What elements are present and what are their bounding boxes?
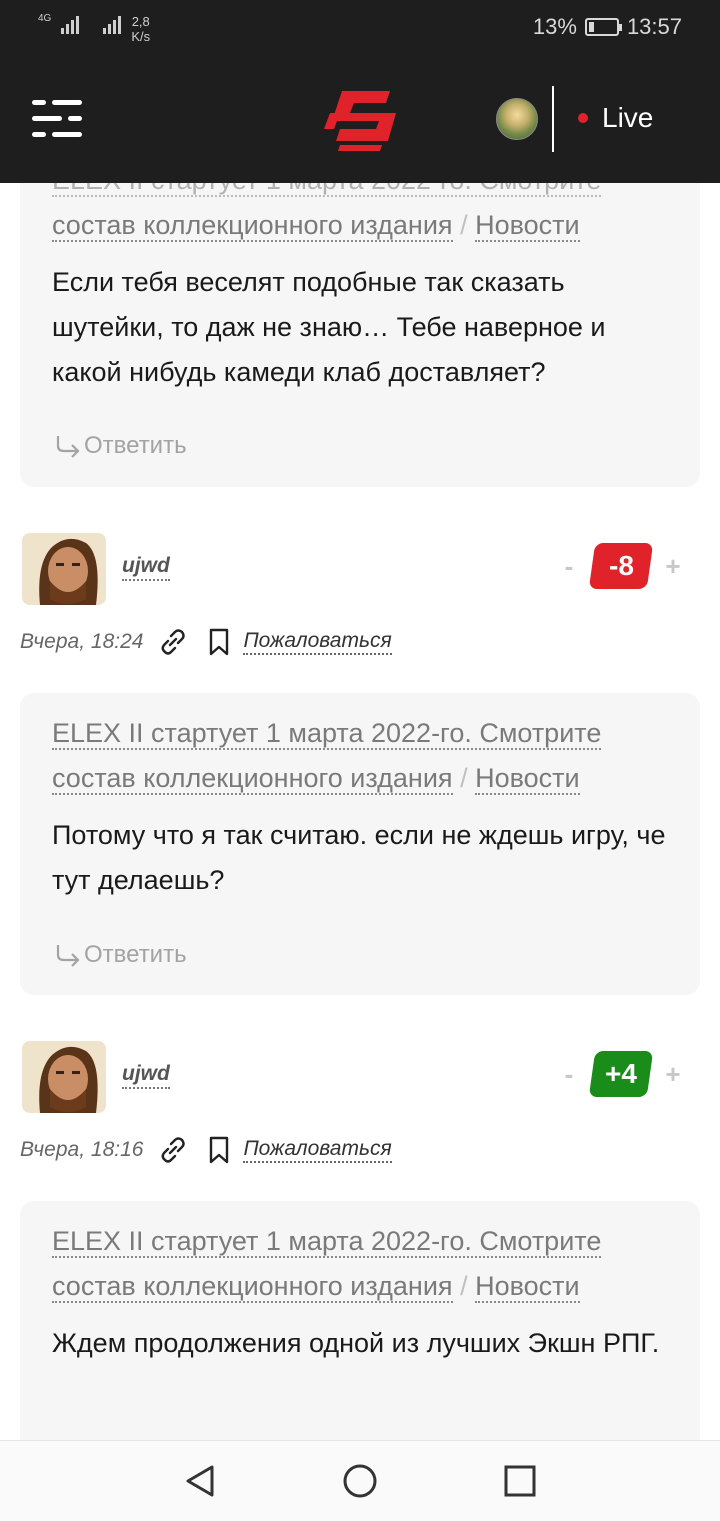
bookmark-icon[interactable]: [203, 626, 235, 658]
rating-control: - +4 +: [560, 1051, 682, 1097]
comment-card: ELEX II стартует 1 марта 2022-го. Смотри…: [20, 140, 700, 487]
vote-down-button[interactable]: -: [560, 1059, 578, 1090]
article-link[interactable]: ELEX II стартует 1 марта 2022-го. Смотри…: [52, 1219, 668, 1264]
vote-up-button[interactable]: +: [664, 551, 682, 582]
link-separator: /: [460, 1271, 468, 1301]
report-link[interactable]: Пожаловаться: [243, 1137, 392, 1163]
signal-icon-2: [103, 14, 122, 34]
reply-label: Ответить: [84, 432, 187, 459]
site-logo[interactable]: [320, 85, 400, 153]
article-title-link[interactable]: состав коллекционного издания: [52, 1271, 453, 1303]
profile-avatar[interactable]: [496, 98, 538, 140]
live-dot-icon: [578, 113, 588, 123]
rating-badge: -8: [588, 543, 654, 589]
comment-meta: Вчера, 18:24 Пожаловаться: [20, 622, 392, 662]
app-header: 4G 2,8 K/s 13% 13:57 Live: [0, 0, 720, 183]
battery-icon: [584, 18, 622, 36]
comment-meta: Вчера, 18:16 Пожаловаться: [20, 1130, 392, 1170]
permalink-icon[interactable]: [157, 1134, 189, 1166]
comment-text: Если тебя веселят подобные так сказать ш…: [52, 267, 606, 387]
header-divider: [552, 86, 554, 152]
reply-button[interactable]: Ответить: [52, 941, 187, 969]
vote-down-button[interactable]: -: [560, 551, 578, 582]
username-link[interactable]: ujwd: [122, 1061, 170, 1089]
article-title-link[interactable]: состав коллекционного издания: [52, 210, 453, 242]
comment-text: Ждем продолжения одной из лучших Экшн РП…: [52, 1328, 660, 1358]
permalink-icon[interactable]: [157, 626, 189, 658]
username-link[interactable]: ujwd: [122, 553, 170, 581]
article-link-line2[interactable]: состав коллекционного издания / Новости: [52, 1264, 668, 1309]
comment-card: ELEX II стартует 1 марта 2022-го. Смотри…: [20, 693, 700, 995]
link-separator: /: [460, 763, 468, 793]
live-label: Live: [602, 102, 654, 133]
comment-card: ELEX II стартует 1 марта 2022-го. Смотри…: [20, 1201, 700, 1440]
network-type: 4G: [38, 13, 52, 24]
article-title-link[interactable]: состав коллекционного издания: [52, 763, 453, 795]
signal-icon: [61, 14, 80, 34]
reply-label: Ответить: [84, 941, 187, 968]
home-icon[interactable]: [340, 1461, 380, 1501]
article-title-link[interactable]: ELEX II стартует 1 марта 2022-го. Смотри…: [52, 1226, 602, 1258]
status-bar: 4G 2,8 K/s 13% 13:57: [0, 0, 720, 60]
article-title-link[interactable]: ELEX II стартует 1 марта 2022-го. Смотри…: [52, 718, 602, 750]
live-button[interactable]: Live: [578, 102, 653, 134]
system-nav-bar: [0, 1440, 720, 1521]
vote-up-button[interactable]: +: [664, 1059, 682, 1090]
reply-button[interactable]: Ответить: [52, 432, 187, 460]
recents-icon[interactable]: [500, 1461, 540, 1501]
user-avatar[interactable]: [22, 533, 106, 605]
comment-time: Вчера, 18:16: [20, 1138, 144, 1161]
user-avatar[interactable]: [22, 1041, 106, 1113]
menu-icon[interactable]: [32, 100, 82, 138]
section-link[interactable]: Новости: [475, 1271, 580, 1303]
comment-header: ujwd - +4 +: [20, 1041, 700, 1121]
article-link-line2[interactable]: состав коллекционного издания / Новости: [52, 203, 668, 248]
nav-bar: Live: [0, 60, 720, 183]
battery-percent: 13%: [532, 14, 577, 39]
back-icon[interactable]: [180, 1461, 220, 1501]
article-link[interactable]: ELEX II стартует 1 марта 2022-го. Смотри…: [52, 711, 668, 756]
comment-text: Потому что я так считаю. если не ждешь и…: [52, 820, 666, 895]
comment-header: ujwd - -8 +: [20, 533, 700, 613]
section-link[interactable]: Новости: [475, 210, 580, 242]
reply-icon: [56, 436, 80, 458]
comment-time: Вчера, 18:24: [20, 630, 144, 653]
bookmark-icon[interactable]: [203, 1134, 235, 1166]
network-speed: 2,8 K/s: [131, 14, 151, 44]
section-link[interactable]: Новости: [475, 763, 580, 795]
rating-badge: +4: [588, 1051, 654, 1097]
clock: 13:57: [626, 14, 682, 39]
article-link-line2[interactable]: состав коллекционного издания / Новости: [52, 756, 668, 801]
reply-icon: [56, 945, 80, 967]
comments-feed: ELEX II стартует 1 марта 2022-го. Смотри…: [0, 0, 720, 1440]
report-link[interactable]: Пожаловаться: [243, 629, 392, 655]
link-separator: /: [460, 210, 468, 240]
rating-control: - -8 +: [560, 543, 682, 589]
